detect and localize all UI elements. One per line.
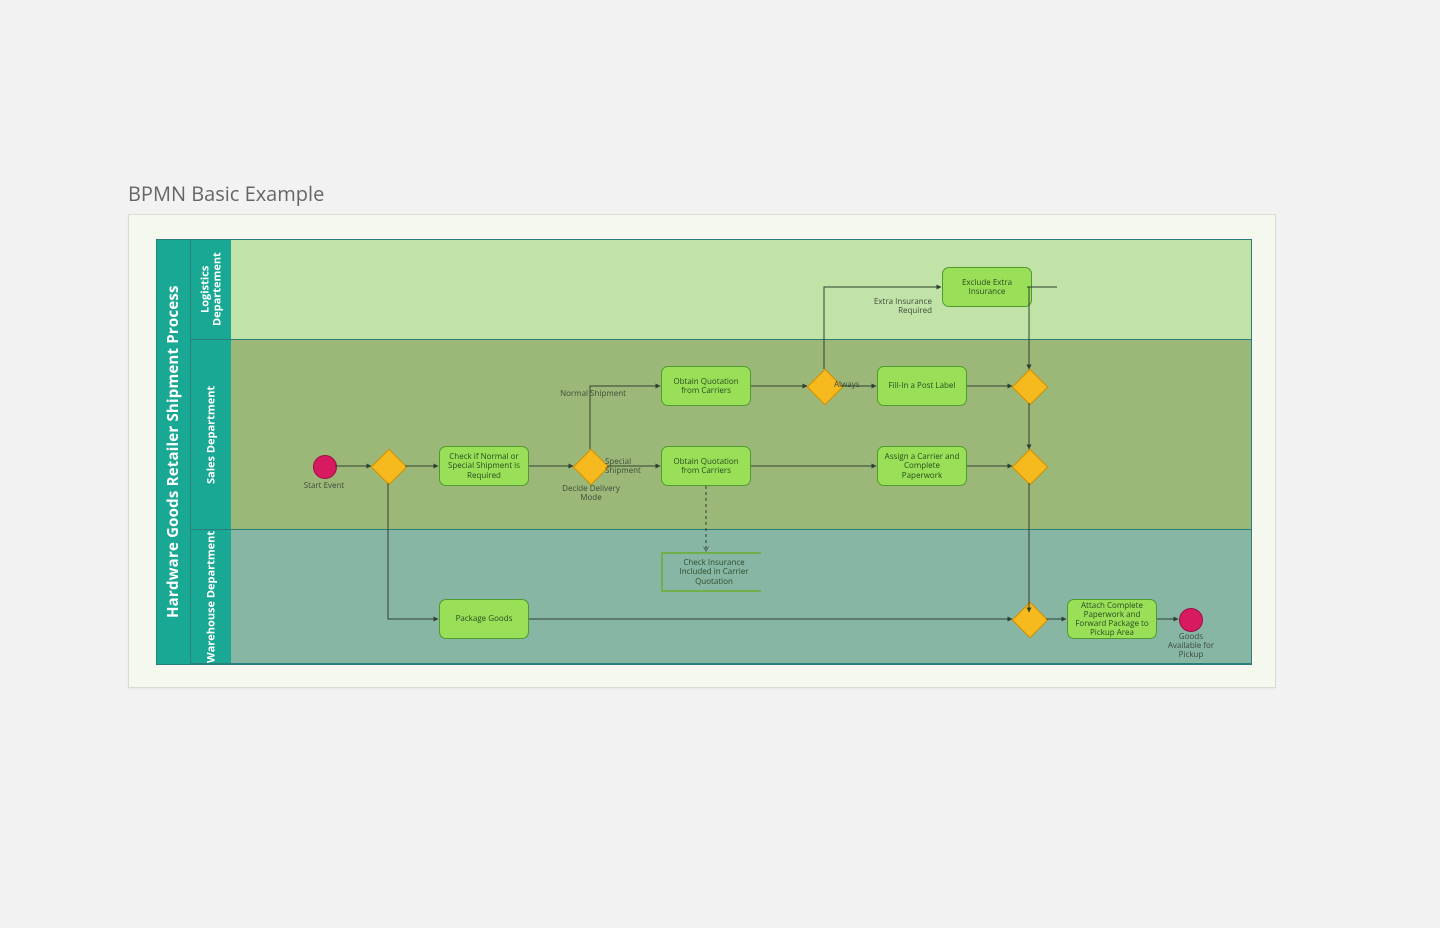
task-fill-post-label[interactable]: Fill-In a Post Label [877,366,967,406]
task-check-shipment[interactable]: Check if Normal or Special Shipment is R… [439,446,529,486]
lane-warehouse-body: Check Insurance Included in Carrier Quot… [231,530,1251,663]
start-event[interactable] [313,455,337,479]
gateway-merge-mid[interactable] [1012,449,1049,486]
task-quotation-normal[interactable]: Obtain Quotation from Carriers [661,366,751,406]
page-title: BPMN Basic Example [128,180,324,207]
gateway-decide-mode-label: Decide Delivery Mode [557,485,625,503]
end-event[interactable] [1179,608,1203,632]
lane-sales-body: Start Event Check if Normal or Special S… [231,340,1251,529]
bpmn-pool: Hardware Goods Retailer Shipment Process… [156,239,1252,665]
gateway-decide-mode[interactable] [573,449,610,486]
start-event-label: Start Event [301,482,347,491]
gateway-split-parallel[interactable] [371,449,408,486]
diagram-frame: Hardware Goods Retailer Shipment Process… [128,214,1276,688]
pool-title: Hardware Goods Retailer Shipment Process [157,240,191,664]
task-assign-carrier[interactable]: Assign a Carrier and Complete Paperwork [877,446,967,486]
lane-logistics-body: Exclude Extra Insurance Extra Insurance … [231,240,1251,339]
annotation-insurance-note: Check Insurance Included in Carrier Quot… [661,552,761,592]
lane-warehouse: Warehouse Department Check Insurance Inc… [190,530,1251,664]
lane-sales-title: Sales Department [190,340,233,529]
gateway-merge-bottom[interactable] [1012,602,1049,639]
label-special-shipment: Special Shipment [605,458,661,476]
lane-logistics-title: Logistics Departement [190,240,233,339]
end-event-label: Goods Available for Pickup [1163,633,1219,659]
lane-sales: Sales Department Start Event Check if No… [190,340,1251,530]
label-extra-insurance-required: Extra Insurance Required [862,298,932,316]
task-attach-paperwork[interactable]: Attach Complete Paperwork and Forward Pa… [1067,599,1157,639]
task-exclude-insurance[interactable]: Exclude Extra Insurance [942,267,1032,307]
lane-logistics: Logistics Departement Exclude Extra Insu… [190,240,1251,340]
task-package-goods[interactable]: Package Goods [439,599,529,639]
gateway-merge-top[interactable] [1012,369,1049,406]
task-quotation-special[interactable]: Obtain Quotation from Carriers [661,446,751,486]
lane-warehouse-title: Warehouse Department [190,530,233,663]
label-always: Always [834,381,874,390]
label-normal-shipment: Normal Shipment [546,390,626,399]
